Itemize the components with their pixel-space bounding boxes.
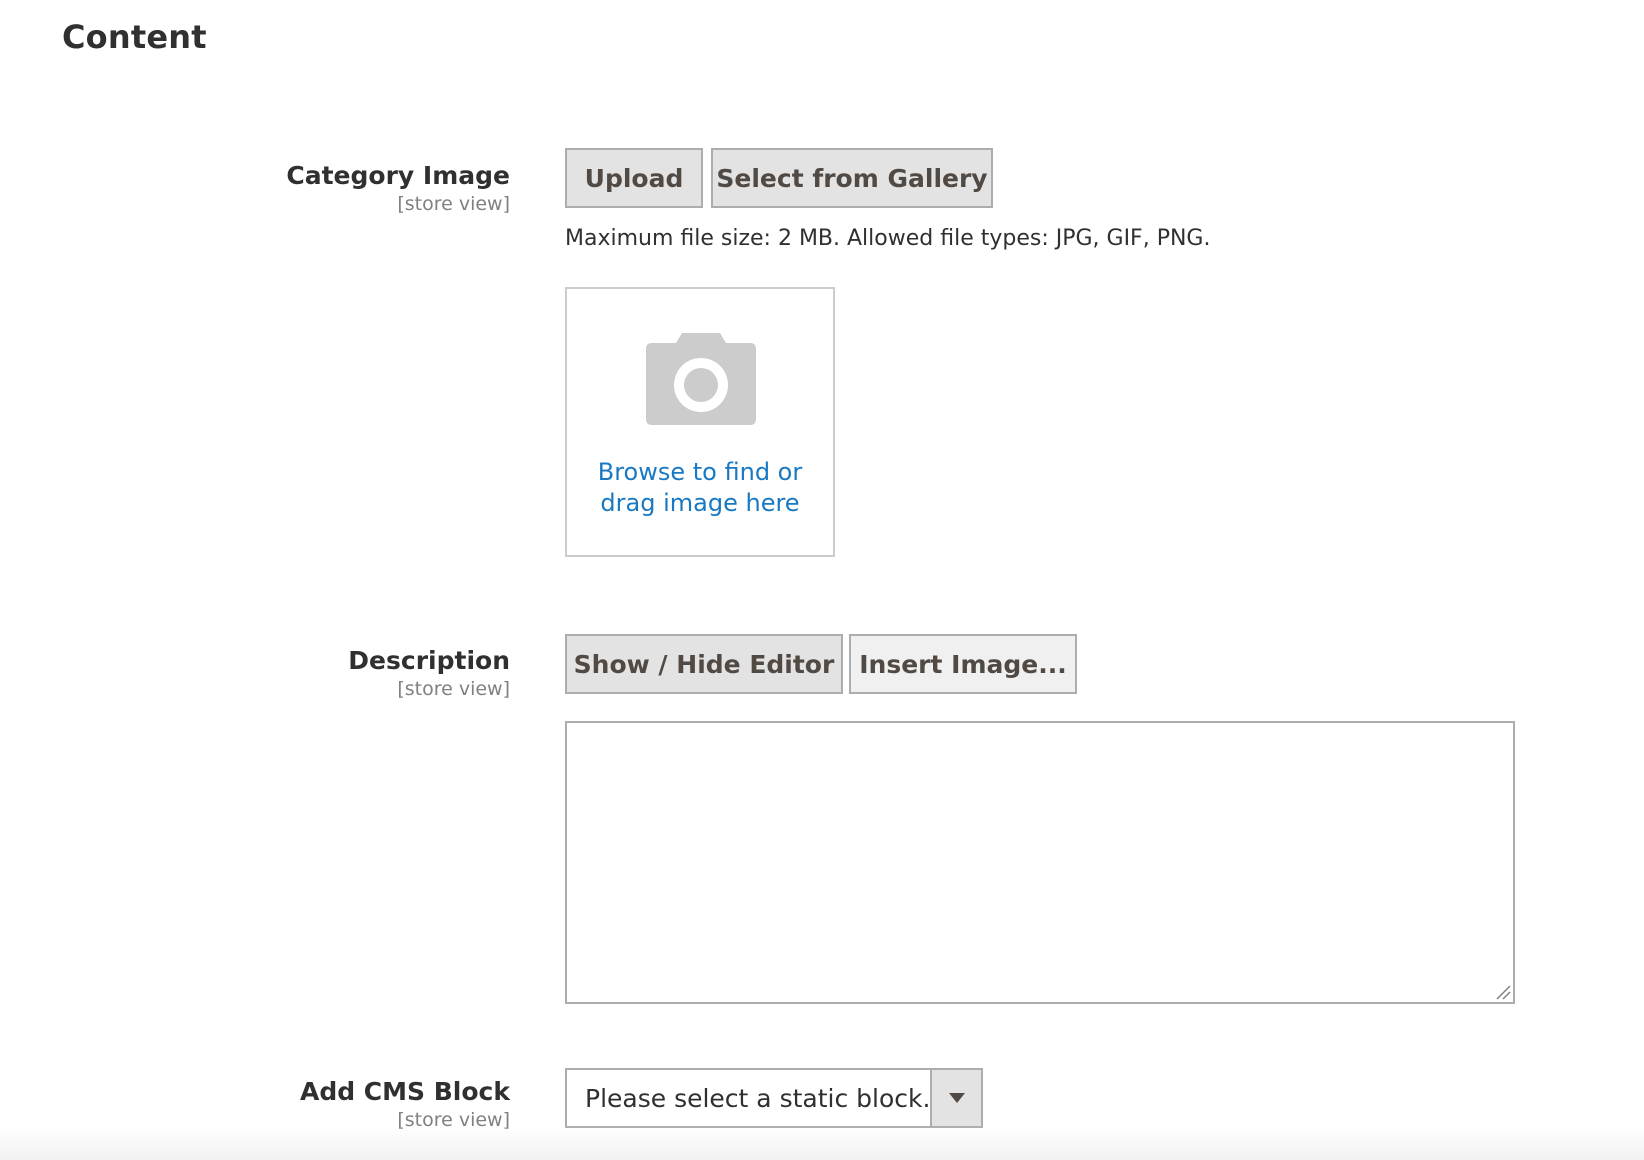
description-scope: [store view]: [397, 678, 510, 700]
category-image-scope: [store view]: [397, 193, 510, 215]
browse-link[interactable]: Browse to find or drag image here: [567, 457, 833, 519]
image-dropzone[interactable]: Browse to find or drag image here: [565, 287, 835, 557]
cms-block-label-group: Add CMS Block [store view]: [300, 1076, 510, 1132]
cms-block-select[interactable]: Please select a static block.: [565, 1068, 983, 1128]
insert-image-button[interactable]: Insert Image...: [849, 634, 1077, 694]
show-hide-editor-button[interactable]: Show / Hide Editor: [565, 634, 843, 694]
upload-button[interactable]: Upload: [565, 148, 703, 208]
description-label-group: Description [store view]: [348, 645, 510, 701]
category-image-label-group: Category Image [store view]: [286, 160, 510, 216]
content-section: Content Category Image [store view] Uplo…: [0, 0, 1644, 1160]
bottom-fade: [0, 1126, 1644, 1160]
browse-link-line2: drag image here: [600, 489, 800, 517]
select-from-gallery-button[interactable]: Select from Gallery: [711, 148, 993, 208]
select-arrow-button[interactable]: [930, 1070, 981, 1126]
resize-handle-icon[interactable]: [1495, 984, 1511, 1000]
file-size-hint: Maximum file size: 2 MB. Allowed file ty…: [565, 226, 1211, 251]
description-textarea[interactable]: [565, 721, 1515, 1004]
section-title: Content: [62, 18, 207, 56]
description-label: Description: [348, 646, 510, 675]
caret-down-icon: [948, 1093, 965, 1103]
cms-block-selected-value: Please select a static block.: [585, 1083, 931, 1113]
category-image-label: Category Image: [286, 161, 510, 190]
camera-icon: [646, 333, 756, 425]
cms-block-label: Add CMS Block: [299, 1077, 510, 1106]
browse-link-line1: Browse to find or: [597, 458, 803, 486]
